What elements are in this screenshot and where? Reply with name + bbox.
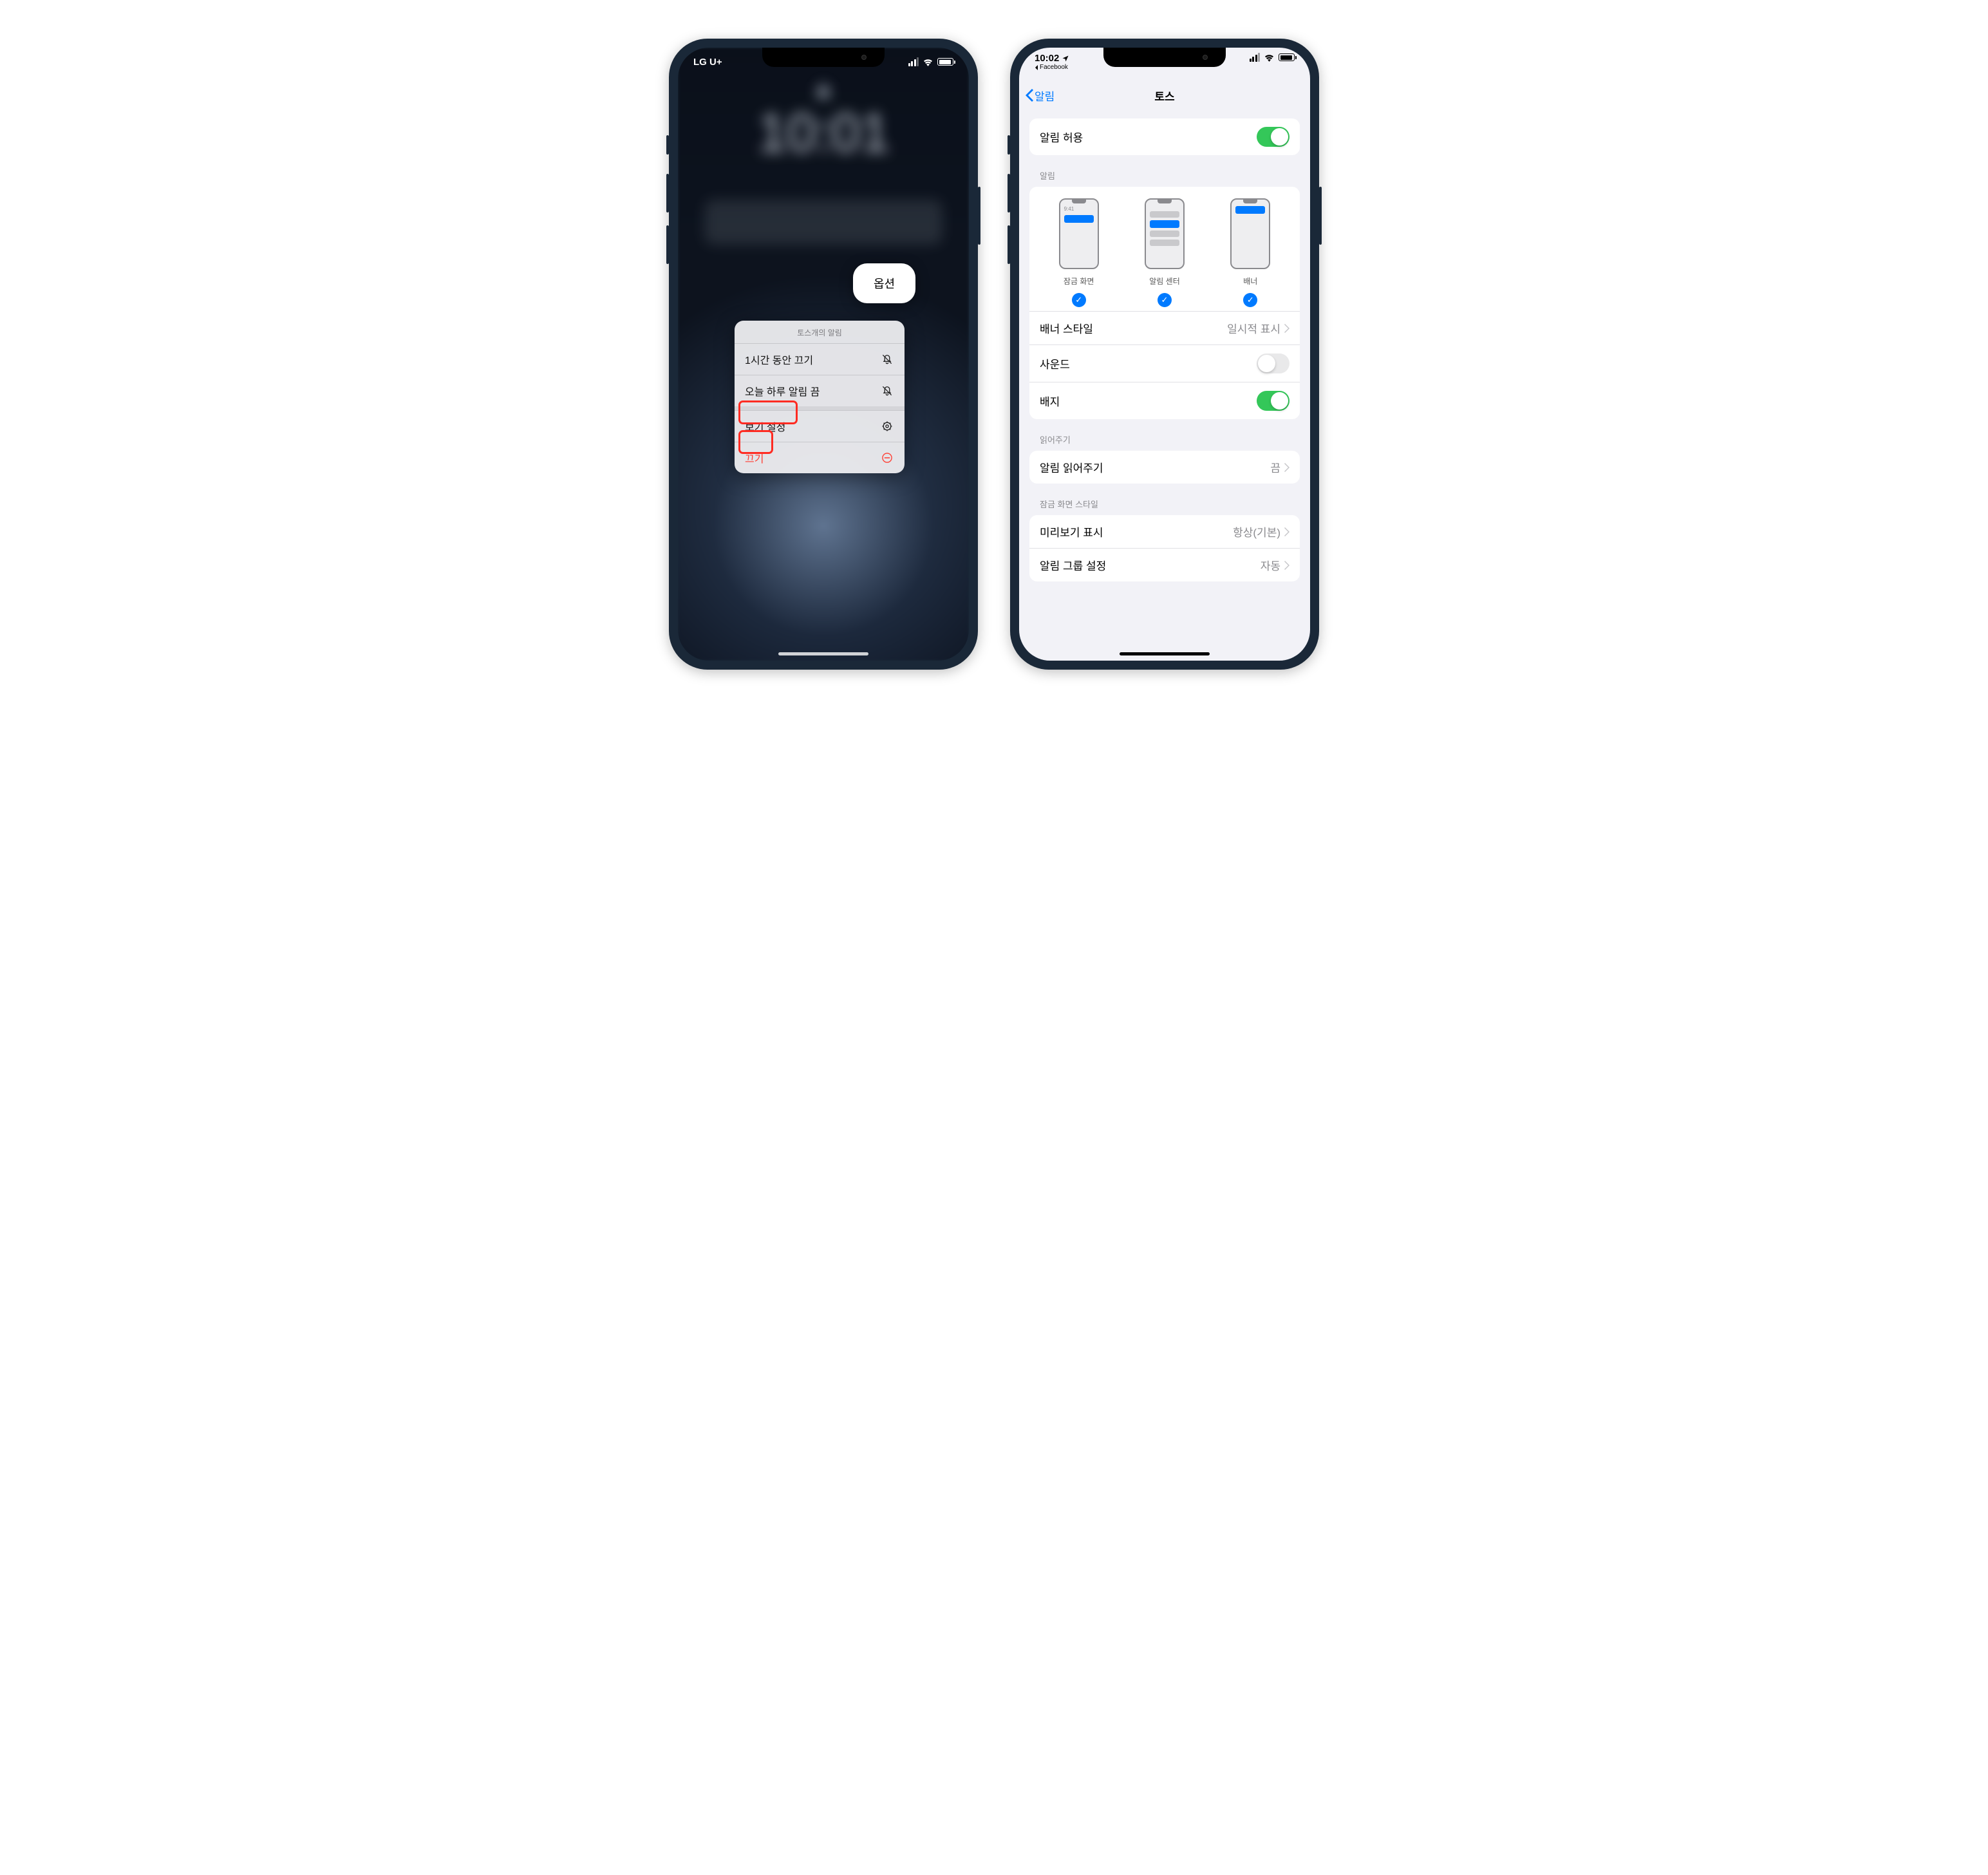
notification-card-blurred: [704, 200, 943, 245]
preview-lock-screen[interactable]: 9:41 잠금 화면 ✓: [1036, 198, 1121, 307]
cellular-icon: [908, 57, 919, 66]
cell-banner-style[interactable]: 배너 스타일 일시적 표시: [1029, 311, 1300, 344]
banner-style-value: 일시적 표시: [1227, 320, 1280, 336]
cell-sounds: 사운드: [1029, 344, 1300, 382]
status-right: [1250, 53, 1295, 62]
chevron-left-icon: [1026, 89, 1033, 102]
preview-notification-center[interactable]: 알림 센터 ✓: [1121, 198, 1207, 307]
badges-label: 배지: [1040, 393, 1060, 409]
wifi-icon: [923, 58, 933, 66]
bell-slash-icon: [880, 352, 894, 366]
menu-header: 토스개의 알림: [735, 321, 905, 343]
gear-icon: [880, 419, 894, 433]
minus-circle-icon: [880, 451, 894, 465]
badges-toggle[interactable]: [1257, 391, 1289, 411]
group-allow: 알림 허용: [1029, 118, 1300, 155]
chevron-right-icon: [1284, 324, 1289, 333]
menu-mute-1h-label: 1시간 동안 끄기: [745, 352, 813, 367]
phone-right: 10:02 Facebook 알림 토스: [1010, 39, 1319, 670]
battery-icon: [1279, 53, 1295, 61]
screen-settings: 10:02 Facebook 알림 토스: [1019, 48, 1310, 661]
highlight-turn-off: [738, 430, 773, 454]
preview-show-value: 항상(기본): [1233, 523, 1280, 540]
nav-back-label: 알림: [1035, 88, 1055, 104]
section-alerts-header: 알림: [1019, 155, 1310, 187]
banner-style-label: 배너 스타일: [1040, 320, 1093, 336]
cell-preview-show[interactable]: 미리보기 표시 항상(기본): [1029, 515, 1300, 548]
allow-toggle[interactable]: [1257, 127, 1289, 147]
grouping-label: 알림 그룹 설정: [1040, 557, 1106, 573]
chevron-right-icon: [1284, 463, 1289, 472]
location-icon: [1062, 55, 1069, 62]
nav-bar: 알림 토스: [1019, 81, 1310, 109]
preview-banners[interactable]: 배너 ✓: [1208, 198, 1293, 307]
section-announce-header: 읽어주기: [1019, 419, 1310, 451]
lock-icon: [817, 82, 830, 98]
announce-label: 알림 읽어주기: [1040, 459, 1103, 475]
check-icon: ✓: [1158, 293, 1172, 307]
options-button[interactable]: 옵션: [853, 263, 915, 303]
cell-announce[interactable]: 알림 읽어주기 끔: [1029, 451, 1300, 484]
phone-left: LG U+ 10:01 옵션 토스개의 알림 1시간 동안 끄기: [669, 39, 978, 670]
status-time: 10:02: [1035, 53, 1059, 64]
notch: [762, 48, 885, 67]
home-indicator[interactable]: [1120, 652, 1210, 655]
battery-icon: [937, 58, 953, 66]
group-alerts: 9:41 잠금 화면 ✓ 알림 센: [1029, 187, 1300, 419]
notch: [1103, 48, 1226, 67]
section-lockstyle-header: 잠금 화면 스타일: [1019, 484, 1310, 515]
lock-date: [821, 160, 825, 174]
cell-grouping[interactable]: 알림 그룹 설정 자동: [1029, 548, 1300, 581]
back-to-app[interactable]: Facebook: [1035, 64, 1068, 71]
group-announce: 알림 읽어주기 끔: [1029, 451, 1300, 484]
cellular-icon: [1250, 53, 1261, 62]
announce-value: 끔: [1270, 459, 1280, 475]
sounds-label: 사운드: [1040, 355, 1070, 372]
alert-previews-row: 9:41 잠금 화면 ✓ 알림 센: [1029, 187, 1300, 311]
preview-show-label: 미리보기 표시: [1040, 523, 1103, 540]
menu-mute-today-label: 오늘 하루 알림 끔: [745, 383, 820, 399]
screen-lock: LG U+ 10:01 옵션 토스개의 알림 1시간 동안 끄기: [678, 48, 969, 661]
cell-badges: 배지: [1029, 382, 1300, 419]
lock-time: 10:01: [757, 102, 889, 164]
chevron-right-icon: [1284, 527, 1289, 536]
status-right: [908, 57, 954, 66]
settings-content[interactable]: 알림 허용 알림 9:41 잠금 화면 ✓: [1019, 109, 1310, 601]
menu-mute-1h[interactable]: 1시간 동안 끄기: [735, 343, 905, 375]
sounds-toggle[interactable]: [1257, 353, 1289, 373]
highlight-view-settings: [738, 400, 798, 424]
home-indicator[interactable]: [778, 652, 868, 655]
grouping-value: 자동: [1261, 557, 1280, 573]
wifi-icon: [1264, 53, 1275, 62]
cell-allow-notifications: 알림 허용: [1029, 118, 1300, 155]
chevron-right-icon: [1284, 561, 1289, 570]
allow-label: 알림 허용: [1040, 129, 1083, 145]
check-icon: ✓: [1072, 293, 1086, 307]
nav-back-button[interactable]: 알림: [1026, 88, 1055, 104]
carrier-label: LG U+: [693, 57, 722, 68]
nav-title: 토스: [1154, 88, 1174, 104]
group-lockstyle: 미리보기 표시 항상(기본) 알림 그룹 설정 자동: [1029, 515, 1300, 581]
bell-slash-icon: [880, 384, 894, 398]
check-icon: ✓: [1243, 293, 1257, 307]
